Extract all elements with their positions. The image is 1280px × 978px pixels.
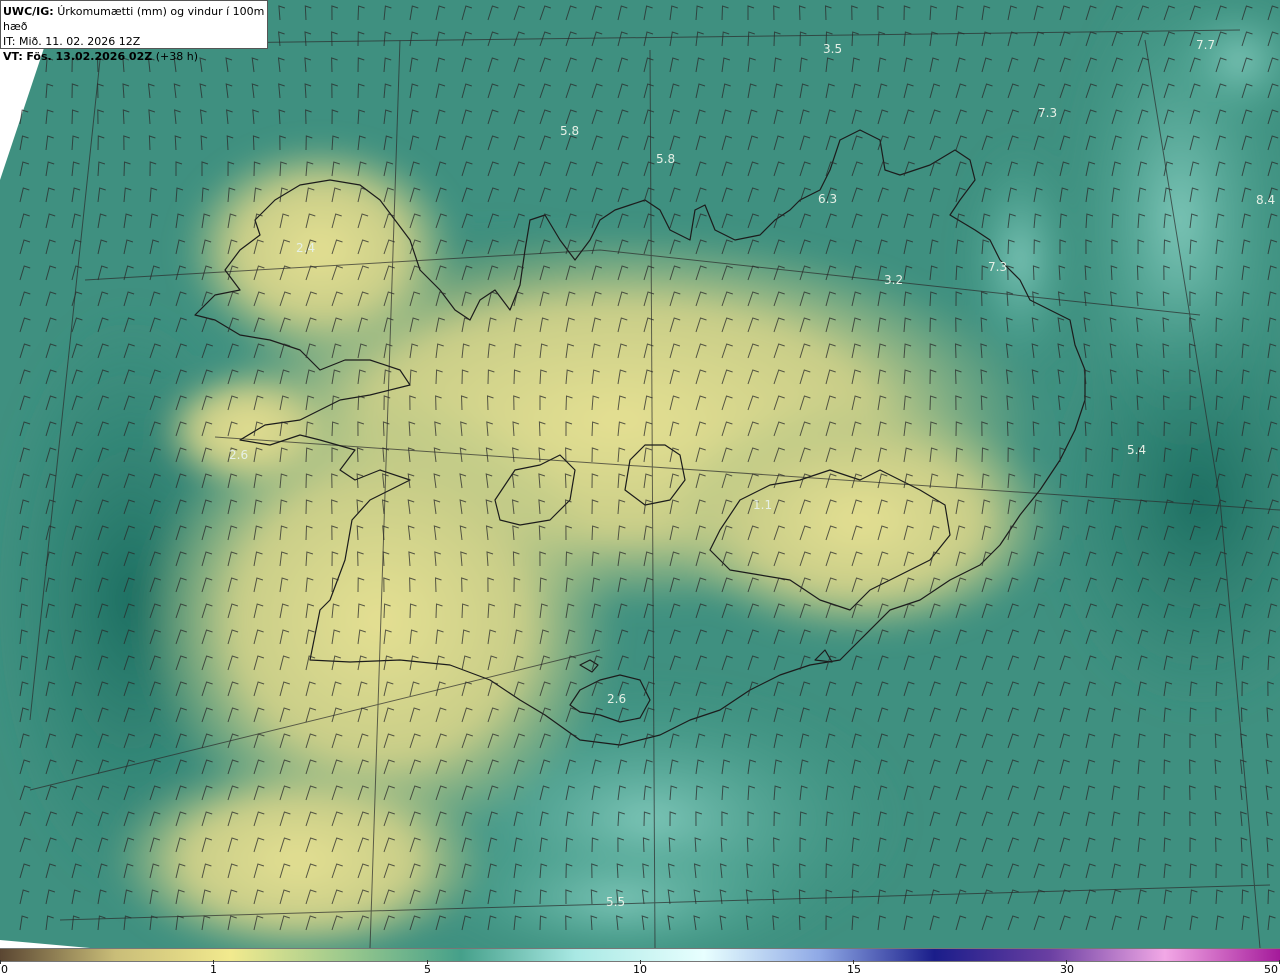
map-value-label: 3.5	[823, 42, 842, 56]
map-value-label: 5.5	[606, 895, 625, 909]
map-value-label: 5.4	[1127, 443, 1146, 457]
map-value-label: 5.8	[560, 124, 579, 138]
lead-time: (+38 h)	[155, 50, 198, 63]
colorbar-label: 30	[1060, 963, 1074, 976]
colorbar-label: 1	[210, 963, 217, 976]
map-value-label: 5.8	[656, 152, 675, 166]
colorbar-label: 15	[847, 963, 861, 976]
map-value-label: 7.7	[1196, 38, 1215, 52]
initial-time: IT: Mið. 11. 02. 2026 12Z	[3, 35, 141, 48]
colorbar: 0 1 5 10 15 30 50	[0, 948, 1280, 978]
colorbar-label: 50	[1264, 963, 1278, 976]
map-value-label: 3.2	[884, 273, 903, 287]
map-value-label: 2.6	[229, 448, 248, 462]
map-value-label: 2.4	[296, 241, 315, 255]
map-value-label: 7.3	[988, 260, 1007, 274]
colorbar-label: 0	[1, 963, 8, 976]
map-value-label: 2.6	[607, 692, 626, 706]
colorbar-label: 5	[424, 963, 431, 976]
map-value-label: 6.3	[818, 192, 837, 206]
title-line-valid: VT: Fös. 13.02.2026 02Z (+38 h)	[3, 49, 267, 64]
valid-time: Fös. 13.02.2026 02Z	[26, 50, 153, 63]
map-value-label: 7.3	[1038, 106, 1057, 120]
title-line-product: UWC/IG: Úrkomumætti (mm) og vindur í 100…	[3, 4, 267, 34]
map-value-label: 8.4	[1256, 193, 1275, 207]
precipitation-wind-map: 3.5 7.7 5.8 5.8 7.3 6.3 8.4 2.4 7.3 3.2 …	[0, 0, 1280, 948]
map-title-box: UWC/IG: Úrkomumætti (mm) og vindur í 100…	[0, 0, 268, 63]
colorbar-label: 10	[633, 963, 647, 976]
product-code: UWC/IG:	[3, 5, 54, 18]
map-value-label: 1.1	[753, 498, 772, 512]
valid-prefix: VT:	[3, 50, 23, 63]
